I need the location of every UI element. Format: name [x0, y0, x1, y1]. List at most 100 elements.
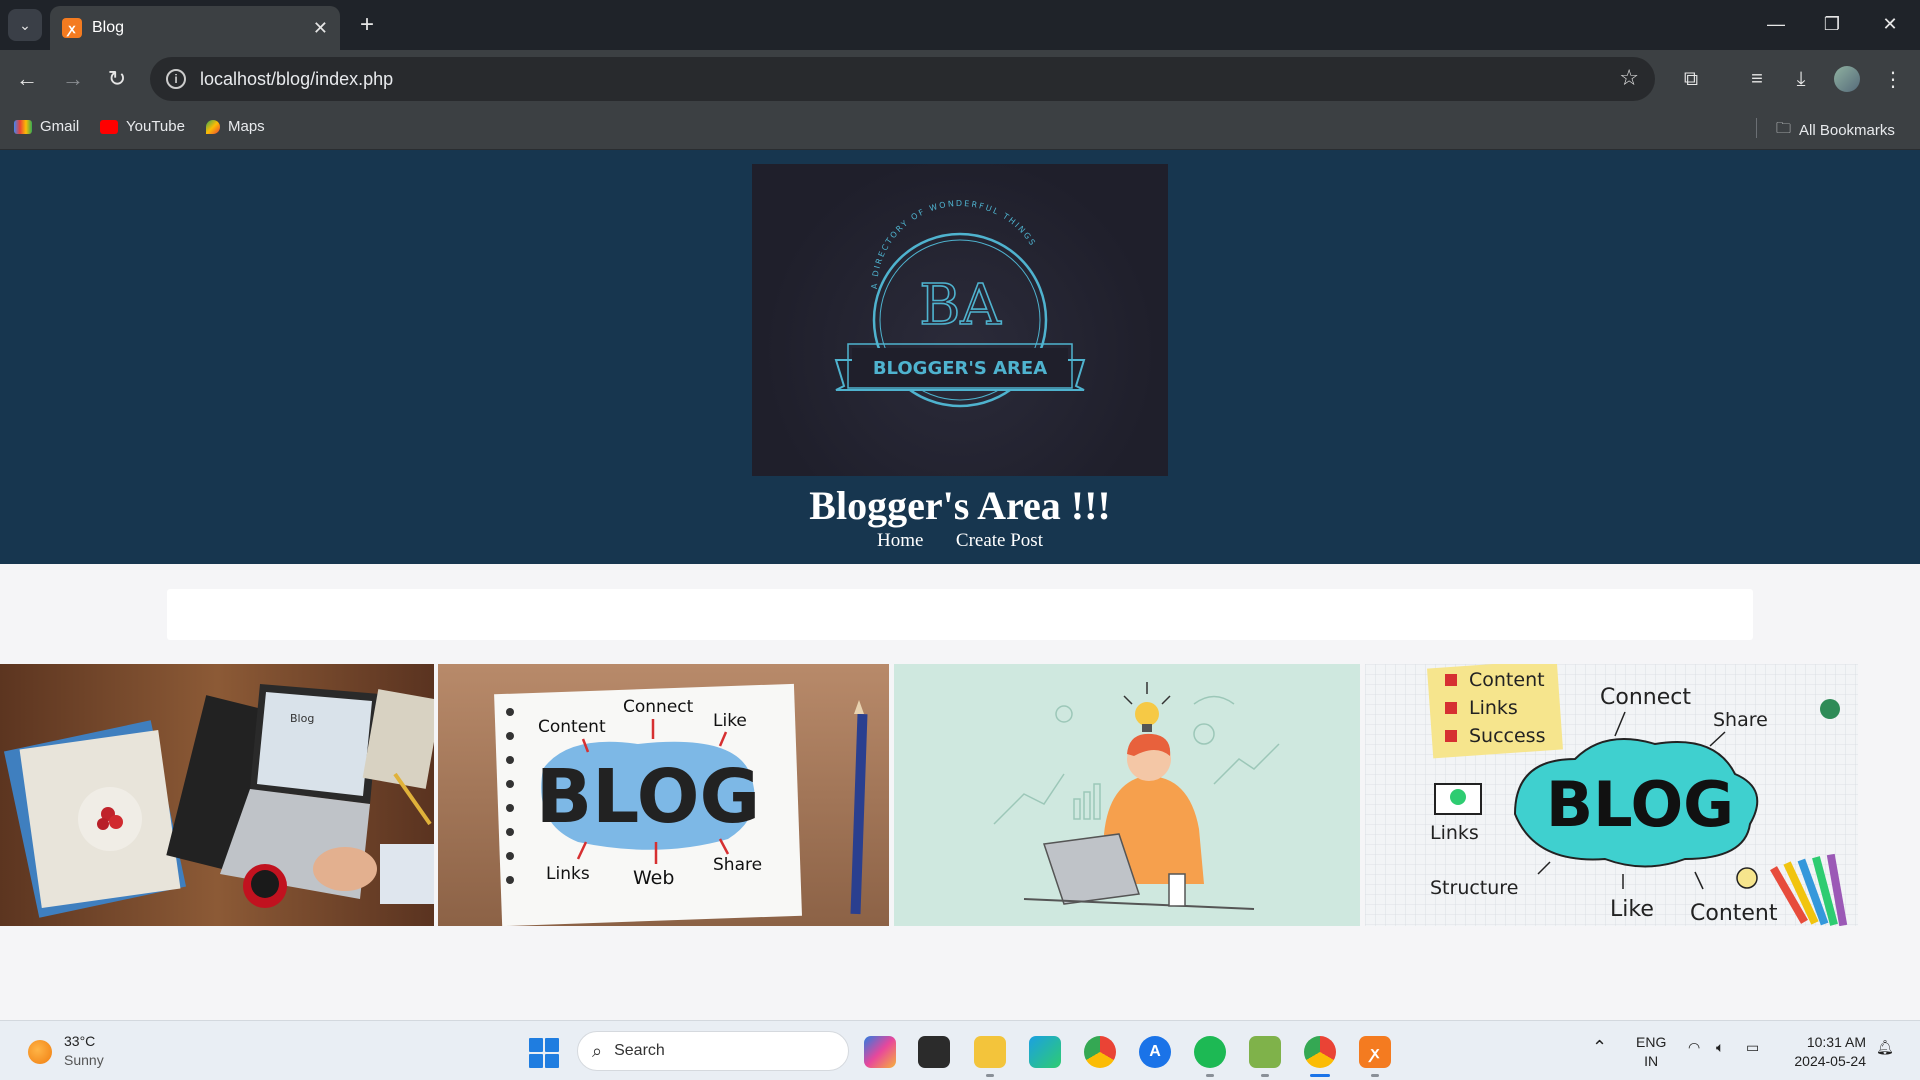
xampp-icon[interactable]: ꭗ — [1359, 1036, 1391, 1068]
main-content: Blog BLOG Content Connect Like Links Web… — [0, 564, 1920, 1020]
close-tab-icon[interactable]: ✕ — [313, 18, 328, 39]
system-clock[interactable]: 10:31 AM 2024-05-24 — [1794, 1033, 1866, 1071]
reload-button[interactable]: ↻ — [100, 62, 134, 96]
windows-taskbar: 33°C Sunny ⌕ Search A ꭗ ⌃ ENG IN ◠ 🔈︎ ▭ … — [0, 1020, 1920, 1080]
task-view-icon[interactable] — [918, 1036, 950, 1068]
maps-icon — [206, 119, 220, 134]
spotify-icon[interactable] — [1194, 1036, 1226, 1068]
site-header: A DIRECTORY OF WONDERFUL THINGS BA BLOGG… — [0, 150, 1920, 564]
blog-notepad-photo: BLOG Content Connect Like Links Web Shar… — [438, 664, 889, 926]
weather-condition[interactable]: Sunny — [64, 1052, 104, 1068]
url-text: localhost/blog/index.php — [200, 68, 394, 89]
browser-tabstrip: ⌄ ꭗ Blog ✕ + — ❐ ✕ — [0, 0, 1920, 50]
clock-date: 2024-05-24 — [1794, 1053, 1866, 1069]
region-code: IN — [1644, 1053, 1659, 1069]
bookmark-youtube[interactable]: YouTube — [100, 118, 185, 135]
running-indicator — [1261, 1074, 1269, 1077]
bookmarks-separator — [1756, 118, 1757, 138]
word-label: Like — [713, 711, 747, 731]
notepad-app-icon[interactable] — [1249, 1036, 1281, 1068]
new-tab-button[interactable]: + — [352, 10, 382, 40]
post-card-image[interactable]: BLOG Content Links Success Connect Share… — [1365, 664, 1858, 926]
word-label: Content — [1469, 669, 1545, 691]
site-info-icon[interactable]: i — [166, 69, 186, 89]
site-logo: A DIRECTORY OF WONDERFUL THINGS BA BLOGG… — [752, 164, 1168, 476]
gmail-icon — [14, 119, 32, 134]
word-label: Success — [1469, 725, 1545, 747]
tab-search-button[interactable]: ⌄ — [8, 9, 42, 41]
word-label: Links — [1430, 822, 1479, 844]
file-explorer-icon[interactable] — [974, 1036, 1006, 1068]
site-title: Blogger's Area !!! — [809, 483, 1111, 528]
chrome-active-icon[interactable] — [1304, 1036, 1336, 1068]
all-bookmarks-label: All Bookmarks — [1799, 122, 1895, 139]
app-store-icon[interactable]: A — [1139, 1036, 1171, 1068]
all-bookmarks-button[interactable]: 🗀 All Bookmarks — [1776, 118, 1895, 143]
active-indicator — [1310, 1074, 1330, 1077]
volume-icon[interactable]: 🔈︎ — [1716, 1039, 1724, 1056]
word-label: Like — [1610, 897, 1654, 922]
sun-icon[interactable] — [28, 1040, 52, 1064]
logo-text: BLOGGER'S AREA — [873, 358, 1047, 379]
laptop-screen-text: Blog — [290, 712, 314, 725]
blank-panel — [167, 589, 1753, 640]
running-indicator — [1206, 1074, 1214, 1077]
laptop-desk-photo: Blog — [0, 664, 434, 926]
post-card-image[interactable]: Blog — [0, 664, 434, 926]
browser-toolbar: ← → ↻ i localhost/blog/index.php ☆ ⧉ ≡ ⤓… — [0, 50, 1920, 108]
card-big-text: BLOG — [1546, 768, 1734, 841]
bookmark-label: Gmail — [40, 118, 80, 135]
battery-icon[interactable]: ▭ — [1746, 1039, 1759, 1056]
nav-home-link[interactable]: Home — [877, 530, 923, 551]
word-label: Content — [1690, 901, 1778, 926]
forward-button[interactable]: → — [56, 62, 90, 96]
notification-bell-icon[interactable]: 🔔︎ — [1876, 1039, 1894, 1056]
card-big-text: BLOG — [536, 754, 761, 840]
chrome-icon[interactable] — [1084, 1036, 1116, 1068]
close-window-button[interactable]: ✕ — [1868, 8, 1912, 40]
language-code: ENG — [1636, 1034, 1667, 1050]
running-indicator — [986, 1074, 994, 1077]
post-card-image[interactable]: BLOG Content Connect Like Links Web Shar… — [438, 664, 889, 926]
language-indicator[interactable]: ENG IN — [1636, 1033, 1666, 1071]
taskbar-search[interactable]: ⌕ Search — [577, 1031, 849, 1071]
restore-button[interactable]: ❐ — [1810, 8, 1854, 40]
browser-tab[interactable]: ꭗ Blog ✕ — [50, 6, 340, 50]
chevron-down-icon: ⌄ — [19, 16, 31, 33]
search-placeholder: Search — [614, 1042, 665, 1059]
weather-temperature[interactable]: 33°C — [64, 1033, 95, 1049]
windows-start-icon[interactable] — [529, 1038, 559, 1068]
clock-time: 10:31 AM — [1806, 1034, 1866, 1050]
media-controls-icon[interactable]: ≡ — [1740, 62, 1774, 96]
downloads-icon[interactable]: ⤓ — [1784, 62, 1818, 96]
word-label: Links — [1469, 697, 1518, 719]
bookmark-label: YouTube — [126, 118, 185, 135]
word-label: Content — [538, 717, 606, 737]
word-label: Connect — [623, 697, 694, 717]
word-label: Share — [713, 855, 762, 875]
folder-icon: 🗀 — [1776, 120, 1792, 137]
youtube-icon — [100, 119, 118, 134]
minimize-button[interactable]: — — [1754, 8, 1798, 40]
word-label: Share — [1713, 709, 1768, 731]
edge-icon[interactable] — [1029, 1036, 1061, 1068]
word-label: Connect — [1600, 685, 1691, 710]
menu-kebab-icon[interactable]: ⋮ — [1876, 62, 1910, 96]
bookmarks-bar: Gmail YouTube Maps 🗀 All Bookmarks — [0, 108, 1920, 150]
address-bar[interactable]: i localhost/blog/index.php ☆ — [150, 57, 1655, 101]
extensions-icon[interactable]: ⧉ — [1674, 62, 1708, 96]
copilot-icon[interactable] — [864, 1036, 896, 1068]
bookmark-maps[interactable]: Maps — [206, 118, 265, 135]
post-card-image[interactable] — [894, 664, 1360, 926]
tab-title: Blog — [92, 19, 125, 36]
back-button[interactable]: ← — [10, 62, 44, 96]
bookmark-star-icon[interactable]: ☆ — [1619, 65, 1639, 91]
word-label: Web — [633, 867, 674, 889]
chevron-up-icon[interactable]: ⌃ — [1592, 1037, 1607, 1058]
wifi-icon[interactable]: ◠ — [1688, 1039, 1700, 1056]
profile-avatar[interactable] — [1834, 66, 1860, 92]
running-indicator — [1371, 1074, 1379, 1077]
bookmark-gmail[interactable]: Gmail — [14, 118, 79, 135]
nav-create-post-link[interactable]: Create Post — [956, 530, 1043, 551]
xampp-favicon-icon: ꭗ — [62, 18, 82, 38]
